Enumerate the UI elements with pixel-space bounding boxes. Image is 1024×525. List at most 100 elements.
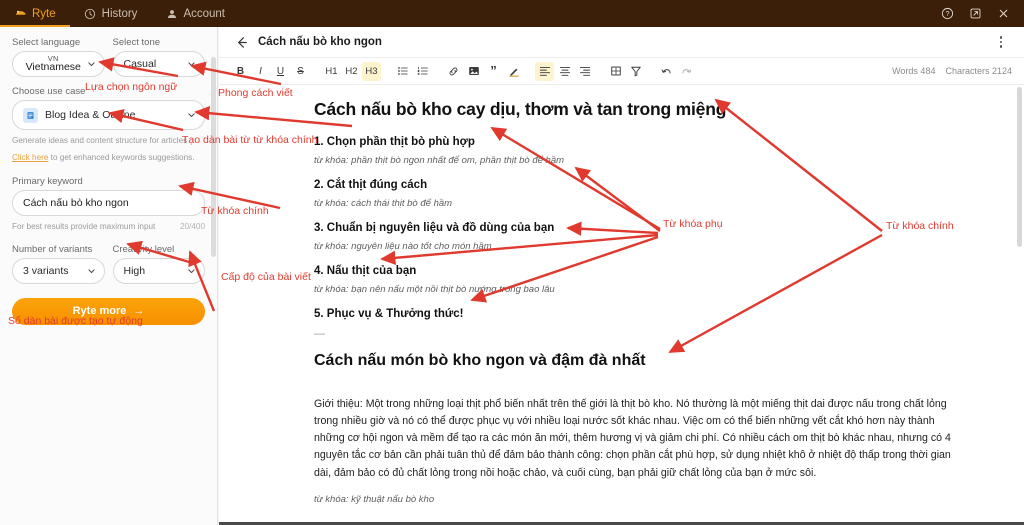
redo-button[interactable] (677, 62, 696, 81)
open-external-icon[interactable] (962, 1, 988, 27)
more-vertical-icon[interactable] (992, 33, 1010, 51)
outline-item-title: 5. Phục vụ & Thưởng thức! (314, 308, 464, 320)
usecase-value: Blog Idea & Outline (45, 109, 136, 121)
language-tone-row: Select language VN Vietnamese Select ton… (12, 37, 205, 77)
link-button[interactable] (444, 62, 463, 81)
creativity-select[interactable]: High (112, 257, 205, 284)
document-headline: Cách nấu bò kho cay dịu, thơm và tan tro… (314, 99, 727, 119)
primary-keyword-label: Primary keyword (12, 175, 83, 187)
language-label: Select language (12, 37, 81, 48)
sidebar-scrollbar-thumb[interactable] (211, 57, 216, 257)
outline-item: 3. Chuẩn bị nguyên liệu và đồ dùng của b… (314, 222, 952, 252)
clear-format-button[interactable] (626, 62, 645, 81)
align-right-button[interactable] (575, 62, 594, 81)
image-button[interactable] (464, 62, 483, 81)
chevron-down-icon (187, 111, 196, 120)
tab-ryte-label: Ryte (32, 7, 56, 20)
outline-item: 2. Cắt thịt đúng cách từ khóa: cách thái… (314, 179, 952, 209)
ryte-app-window: Ryte History Account ? Select language V… (0, 0, 1024, 525)
outline-item-keyword: từ khóa: nguyên liệu nào tốt cho món hầm (314, 241, 492, 252)
document-editor: Cách nấu bò kho ngon B I U S H1 H2 H3 ” … (219, 27, 1024, 525)
tone-label: Select tone (112, 37, 161, 48)
usecase-select[interactable]: Blog Idea & Outline (12, 100, 205, 130)
primary-keyword-counter: 20/400 (179, 222, 205, 232)
bulleted-list-button[interactable] (393, 62, 412, 81)
outline-item-title: 2. Cắt thịt đúng cách (314, 179, 428, 191)
undo-button[interactable] (657, 62, 676, 81)
arrow-left-icon[interactable] (233, 34, 249, 50)
document-title: Cách nấu bò kho ngon (258, 36, 382, 48)
outline-item: 5. Phục vụ & Thưởng thức! (314, 308, 952, 320)
usecase-field: Choose use case Blog Idea & Outline Gene… (12, 86, 205, 164)
document-canvas[interactable]: Cách nấu bò kho cay dịu, thơm và tan tro… (219, 85, 1024, 525)
chevron-down-icon (187, 60, 196, 69)
outline-item-title: 3. Chuẩn bị nguyên liệu và đồ dùng của b… (314, 222, 555, 234)
settings-sidebar: Select language VN Vietnamese Select ton… (0, 27, 218, 525)
creativity-field: Creativity level High (112, 243, 205, 284)
primary-keyword-value: Cách nấu bò kho ngon (23, 196, 129, 209)
language-value: Vietnamese (25, 61, 81, 74)
strikethrough-button[interactable]: S (291, 62, 310, 81)
variants-label: Number of variants (12, 243, 93, 255)
top-navigation-bar: Ryte History Account ? (0, 0, 1024, 27)
outline-item-keyword: từ khóa: bạn nên nấu một nồi thịt bò nướ… (314, 284, 555, 295)
ryte-more-button[interactable]: Ryte more → (12, 297, 205, 325)
primary-keyword-helper: For best results provide maximum input (12, 221, 156, 231)
variants-creativity-row: Number of variants 3 variants Creativity… (12, 244, 205, 284)
tab-history[interactable]: History (70, 0, 152, 27)
tone-select[interactable]: Casual (112, 51, 205, 77)
variants-value: 3 variants (23, 264, 69, 277)
usecase-helper-text: Generate ideas and content structure for… (12, 136, 188, 145)
chevron-down-icon (187, 266, 196, 275)
tone-value: Casual (123, 58, 157, 70)
tab-account-label: Account (183, 7, 225, 20)
outline-item: 4. Nấu thịt của bạn từ khóa: bạn nên nấu… (314, 265, 952, 295)
align-left-button[interactable] (535, 61, 554, 81)
bold-button[interactable]: B (231, 62, 250, 81)
primary-keyword-helper-row: For best results provide maximum input 2… (12, 221, 205, 233)
primary-keyword-field: Primary keyword Cách nấu bò kho ngon For… (12, 176, 205, 233)
heading-1-button[interactable]: H1 (322, 62, 341, 81)
help-icon[interactable]: ? (934, 1, 960, 27)
ryte-logo-icon (14, 7, 27, 20)
align-center-button[interactable] (555, 62, 574, 81)
chevron-down-icon (87, 266, 96, 275)
usecase-label: Choose use case (12, 86, 86, 97)
chevron-down-icon (87, 60, 96, 69)
person-icon (165, 7, 178, 20)
creativity-label: Creativity level (112, 243, 175, 255)
outline-item-title: 1. Chọn phần thịt bò phù hợp (314, 136, 475, 148)
language-field: Select language VN Vietnamese (12, 37, 105, 77)
close-icon[interactable] (990, 1, 1016, 27)
document-subheading: Cách nấu món bò kho ngon và đậm đà nhất (314, 352, 646, 369)
clock-icon (84, 7, 97, 20)
italic-button[interactable]: I (251, 62, 270, 81)
tab-ryte[interactable]: Ryte (0, 0, 70, 27)
underline-button[interactable]: U (271, 62, 290, 81)
primary-keyword-input[interactable]: Cách nấu bò kho ngon (12, 189, 205, 216)
quote-button[interactable]: ” (484, 62, 503, 81)
click-here-link[interactable]: Click here (12, 153, 48, 162)
variants-field: Number of variants 3 variants (12, 244, 105, 284)
sidebar-scrollbar[interactable] (211, 57, 216, 497)
highlighter-button[interactable] (504, 62, 523, 81)
editor-scrollbar-thumb[interactable] (1017, 87, 1022, 247)
tab-account[interactable]: Account (151, 0, 239, 27)
outline-item-keyword: từ khóa: phần thịt bò ngon nhất để om, p… (314, 155, 565, 166)
heading-3-button[interactable]: H3 (362, 61, 381, 81)
svg-text:?: ? (945, 11, 949, 18)
document-body-keyword: từ khóa: kỹ thuật nấu bò kho (314, 493, 435, 505)
language-select[interactable]: VN Vietnamese (12, 51, 105, 77)
keywords-suggestion-helper: Click here to get enhanced keywords sugg… (12, 152, 205, 164)
outline-item-title: 4. Nấu thịt của bạn (314, 265, 417, 277)
word-count: Words 484 (892, 66, 936, 76)
variants-select[interactable]: 3 variants (12, 257, 105, 284)
document-outline-icon (23, 107, 38, 123)
document-stats: Words 484 Characters 2124 (892, 66, 1012, 76)
keywords-suggestion-rest: to get enhanced keywords suggestions. (48, 152, 195, 162)
table-button[interactable] (606, 62, 625, 81)
ryte-more-label: Ryte more (72, 305, 127, 318)
formatting-toolbar: B I U S H1 H2 H3 ” Words 484 Characters … (219, 57, 1024, 85)
numbered-list-button[interactable] (413, 62, 432, 81)
heading-2-button[interactable]: H2 (342, 62, 361, 81)
